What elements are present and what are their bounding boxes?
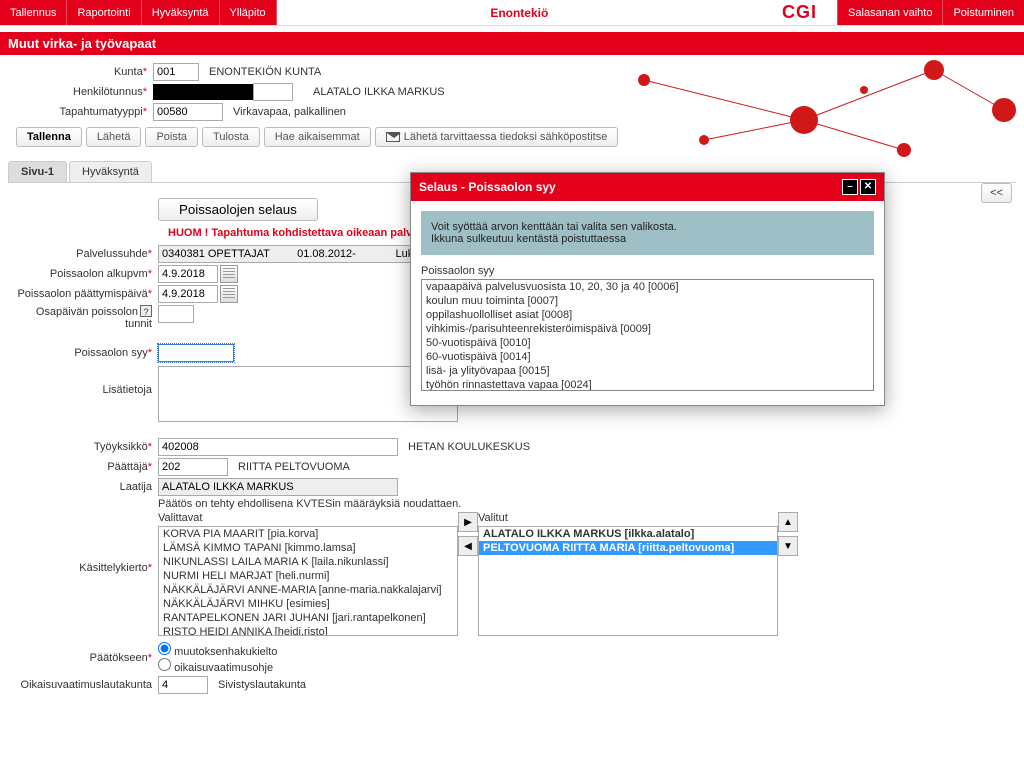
dialog-header[interactable]: Selaus - Poissaolon syy – ✕ bbox=[411, 173, 884, 201]
list-item[interactable]: NÄKKÄLÄJÄRVI ANNE-MARIA [anne-maria.nakk… bbox=[159, 583, 457, 597]
nav-yllapito[interactable]: Ylläpito bbox=[220, 0, 277, 25]
dialog-list-label: Poissaolon syy bbox=[421, 265, 874, 277]
list-item[interactable]: NÄKKÄLÄJÄRVI MIHKU [esimies] bbox=[159, 597, 457, 611]
alku-input[interactable] bbox=[158, 265, 218, 283]
tyoyksikko-label: Työyksikkö bbox=[13, 441, 158, 453]
osapaiva-input[interactable] bbox=[158, 305, 194, 323]
toolbar: Tallenna Lähetä Poista Tulosta Hae aikai… bbox=[16, 127, 1016, 147]
loppu-input[interactable] bbox=[158, 285, 218, 303]
paatokseen-label: Päätökseen bbox=[13, 652, 158, 664]
calendar-icon[interactable] bbox=[220, 265, 238, 283]
palvelussuhde-label: Palvelussuhde bbox=[13, 248, 158, 260]
tapahtumatyyppi-name: Virkavapaa, palkallinen bbox=[233, 106, 346, 118]
option-item[interactable]: vapaapäivä palvelusvuosista 10, 20, 30 j… bbox=[422, 280, 873, 294]
alku-label: Poissaolon alkupvm bbox=[13, 268, 158, 280]
paattaja-label: Päättäjä bbox=[13, 461, 158, 473]
list-item[interactable]: RISTO HEIDI ANNIKA [heidi.risto] bbox=[159, 625, 457, 636]
move-right-button[interactable]: ▶ bbox=[458, 512, 478, 532]
option-item[interactable]: 60-vuotispäivä [0014] bbox=[422, 350, 873, 364]
logo: CGI bbox=[762, 2, 837, 23]
dialog-title: Selaus - Poissaolon syy bbox=[419, 180, 556, 194]
dialog-info: Voit syöttää arvon kenttään tai valita s… bbox=[421, 211, 874, 255]
dialog-minimize-button[interactable]: – bbox=[842, 179, 858, 195]
list-item[interactable]: PELTOVUOMA RIITTA MARIA [riitta.peltovuo… bbox=[479, 541, 777, 555]
valitut-header: Valitut bbox=[478, 512, 778, 524]
list-item[interactable]: NIKUNLASSI LAILA MARIA K [laila.nikunlas… bbox=[159, 555, 457, 569]
nav-tallennus[interactable]: Tallennus bbox=[0, 0, 67, 25]
radio-oikaisuvaatimusohje[interactable]: oikaisuvaatimusohje bbox=[158, 662, 273, 674]
osapaiva-label: Osapäivän poissolon? tunnit bbox=[13, 305, 158, 330]
lisa-label: Lisätietoja bbox=[13, 366, 158, 396]
kunta-code-input[interactable] bbox=[153, 63, 199, 81]
valittavat-header: Valittavat bbox=[158, 512, 458, 524]
option-item[interactable]: lisä- ja ylityövapaa [0015] bbox=[422, 364, 873, 378]
email-button-label: Lähetä tarvittaessa tiedoksi sähköpostit… bbox=[404, 131, 608, 143]
topbar-right: Salasanan vaihto Poistuminen bbox=[837, 0, 1024, 25]
nav-hyvaksynta[interactable]: Hyväksyntä bbox=[142, 0, 220, 25]
move-up-button[interactable]: ▲ bbox=[778, 512, 798, 532]
topbar-left: Tallennus Raportointi Hyväksyntä Ylläpit… bbox=[0, 0, 277, 25]
browse-absences-button[interactable]: Poissaolojen selaus bbox=[158, 198, 318, 221]
dialog-option-list[interactable]: vapaapäivä palvelusvuosista 10, 20, 30 j… bbox=[421, 279, 874, 391]
note-text: Päätös on tehty ehdollisena KVTESin määr… bbox=[158, 498, 461, 510]
tab-sivu1[interactable]: Sivu-1 bbox=[8, 161, 67, 182]
list-item[interactable]: KORVA PIA MAARIT [pia.korva] bbox=[159, 527, 457, 541]
radio-muutoksenhakukielto[interactable]: muutoksenhakukielto bbox=[158, 646, 277, 658]
move-left-button[interactable]: ◀ bbox=[458, 536, 478, 556]
henkilotunnus-redacted bbox=[153, 84, 253, 100]
print-button[interactable]: Tulosta bbox=[202, 127, 260, 147]
tyoyksikko-name: HETAN KOULUKESKUS bbox=[408, 441, 530, 453]
valitut-list[interactable]: ALATALO ILKKA MARKUS [ilkka.alatalo]PELT… bbox=[478, 526, 778, 636]
laatija-input bbox=[158, 478, 398, 496]
laatija-label: Laatija bbox=[13, 481, 158, 493]
paattaja-input[interactable] bbox=[158, 458, 228, 476]
option-item[interactable]: koulun muu toiminta [0007] bbox=[422, 294, 873, 308]
loppu-label: Poissaolon päättymispäivä bbox=[13, 288, 158, 300]
tapahtumatyyppi-label: Tapahtumatyyppi bbox=[8, 106, 153, 118]
syy-label: Poissaolon syy bbox=[13, 347, 158, 359]
kunta-label: Kunta bbox=[8, 66, 153, 78]
lautakunta-input[interactable] bbox=[158, 676, 208, 694]
dialog-poissaolon-syy: Selaus - Poissaolon syy – ✕ Voit syöttää… bbox=[410, 172, 885, 406]
list-item[interactable]: LÄMSÄ KIMMO TAPANI [kimmo.lamsa] bbox=[159, 541, 457, 555]
delete-button[interactable]: Poista bbox=[145, 127, 198, 147]
nav-logout[interactable]: Poistuminen bbox=[942, 0, 1024, 25]
nav-password[interactable]: Salasanan vaihto bbox=[837, 0, 942, 25]
tyoyksikko-input[interactable] bbox=[158, 438, 398, 456]
henkilo-name: ALATALO ILKKA MARKUS bbox=[313, 86, 445, 98]
save-button[interactable]: Tallenna bbox=[16, 127, 82, 147]
nav-raportointi[interactable]: Raportointi bbox=[67, 0, 141, 25]
lautakunta-name: Sivistyslautakunta bbox=[218, 679, 306, 691]
option-item[interactable]: oppilashuollolliset asiat [0008] bbox=[422, 308, 873, 322]
send-button[interactable]: Lähetä bbox=[86, 127, 142, 147]
org-name: Enontekiö bbox=[277, 6, 762, 20]
topbar: Tallennus Raportointi Hyväksyntä Ylläpit… bbox=[0, 0, 1024, 26]
henkilotunnus-label: Henkilötunnus bbox=[8, 86, 153, 98]
lautakunta-label: Oikaisuvaatimuslautakunta bbox=[13, 679, 158, 691]
syy-input[interactable] bbox=[158, 344, 234, 362]
tab-hyvaksynta[interactable]: Hyväksyntä bbox=[69, 161, 152, 182]
kierto-label: Käsittelykierto bbox=[13, 512, 158, 574]
option-item[interactable]: vihkimis-/parisuhteenrekisteröimispäivä … bbox=[422, 322, 873, 336]
fetch-earlier-button[interactable]: Hae aikaisemmat bbox=[264, 127, 371, 147]
valittavat-list[interactable]: KORVA PIA MAARIT [pia.korva]LÄMSÄ KIMMO … bbox=[158, 526, 458, 636]
tapahtumatyyppi-code[interactable] bbox=[153, 103, 223, 121]
option-item[interactable]: 50-vuotispäivä [0010] bbox=[422, 336, 873, 350]
henkilotunnus-suffix[interactable] bbox=[253, 83, 293, 101]
dialog-close-button[interactable]: ✕ bbox=[860, 179, 876, 195]
move-down-button[interactable]: ▼ bbox=[778, 536, 798, 556]
help-icon[interactable]: ? bbox=[140, 305, 152, 317]
kunta-name: ENONTEKIÖN KUNTA bbox=[209, 66, 321, 78]
paattaja-name: RIITTA PELTOVUOMA bbox=[238, 461, 350, 473]
list-item[interactable]: RANTAPELKONEN JARI JUHANI [jari.rantapel… bbox=[159, 611, 457, 625]
email-button[interactable]: Lähetä tarvittaessa tiedoksi sähköpostit… bbox=[375, 127, 619, 147]
collapse-button[interactable]: << bbox=[981, 183, 1012, 203]
option-item[interactable]: työhön rinnastettava vapaa [0024] bbox=[422, 378, 873, 391]
list-item[interactable]: NURMI HELI MARJAT [heli.nurmi] bbox=[159, 569, 457, 583]
calendar-icon[interactable] bbox=[220, 285, 238, 303]
list-item[interactable]: ALATALO ILKKA MARKUS [ilkka.alatalo] bbox=[479, 527, 777, 541]
mail-icon bbox=[386, 132, 400, 142]
